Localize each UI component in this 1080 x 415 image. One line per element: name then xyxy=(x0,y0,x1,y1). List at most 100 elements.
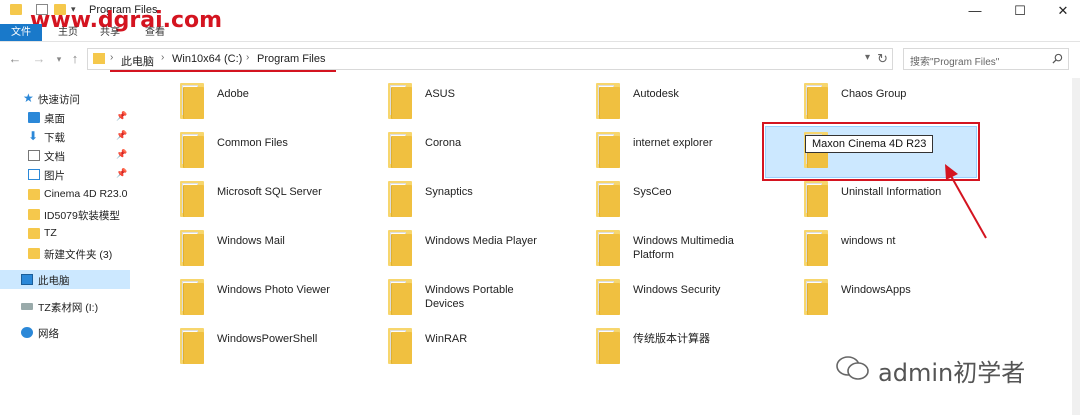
sidebar-item-pictures[interactable]: 图片 📌 xyxy=(0,165,130,184)
navigation-pane: ★ 快速访问 桌面 📌 ⬇ 下载 📌 文档 📌 图片 📌 Cinema 4D R… xyxy=(0,78,130,415)
folder-icon xyxy=(804,181,828,217)
sidebar-item-label: 网络 xyxy=(38,328,59,340)
folder-item[interactable]: Windows Photo Viewer xyxy=(140,274,340,320)
back-icon[interactable]: ← xyxy=(8,51,22,67)
close-button[interactable]: ✕ xyxy=(1048,2,1078,20)
folder-name: Windows Mail xyxy=(217,235,285,247)
folder-item[interactable]: Adobe xyxy=(140,78,340,124)
sidebar-item-label: ID5079软装模型 xyxy=(44,210,120,222)
document-icon xyxy=(28,150,40,161)
sidebar-item-downloads[interactable]: ⬇ 下载 📌 xyxy=(0,127,130,146)
folder-item[interactable]: internet explorer xyxy=(556,127,756,173)
sidebar-item-network[interactable]: 网络 xyxy=(0,323,130,342)
folder-item[interactable]: windows nt xyxy=(764,225,964,271)
sidebar-item-tz[interactable]: TZ xyxy=(0,224,130,243)
breadcrumb-program-files[interactable]: Program Files xyxy=(257,53,325,65)
folder-item[interactable]: Windows Portable Devices xyxy=(348,274,548,320)
folder-item[interactable]: Autodesk xyxy=(556,78,756,124)
sidebar-item-documents[interactable]: 文档 📌 xyxy=(0,146,130,165)
scrollbar[interactable] xyxy=(1072,78,1080,415)
tab-share[interactable]: 共享 xyxy=(92,24,128,41)
brand-label: admin初学者 xyxy=(878,359,1026,387)
navigation-bar: ← → ▾ ↑ › 此电脑 › Win10x64 (C:) › Program … xyxy=(0,45,1080,73)
folder-name: Adobe xyxy=(217,88,249,100)
folder-name: Windows Portable Devices xyxy=(425,284,514,310)
sidebar-item-label: 快速访问 xyxy=(38,94,80,106)
search-input[interactable]: 搜索"Program Files" xyxy=(903,48,1069,70)
folder-item[interactable]: 传统版本计算器 xyxy=(556,323,756,369)
sidebar-item-label: 下载 xyxy=(44,132,65,144)
folder-name: Chaos Group xyxy=(841,88,907,100)
folder-icon xyxy=(180,132,204,168)
breadcrumb-this-pc[interactable]: 此电脑 xyxy=(121,53,154,69)
sidebar-item-label: 新建文件夹 (3) xyxy=(44,249,113,261)
recent-chevron-icon[interactable]: ▾ xyxy=(52,51,66,67)
forward-icon[interactable]: → xyxy=(32,51,46,67)
folder-name: ASUS xyxy=(425,88,455,100)
folder-name: Corona xyxy=(425,137,462,149)
sidebar-item-quick-access[interactable]: ★ 快速访问 xyxy=(0,89,130,108)
chevron-right-icon: › xyxy=(110,52,114,63)
folder-icon xyxy=(180,328,204,364)
folder-item[interactable]: Uninstall Information xyxy=(764,176,964,222)
folder-name: WindowsPowerShell xyxy=(217,333,318,345)
address-bar[interactable]: › 此电脑 › Win10x64 (C:) › Program Files ▾ … xyxy=(87,48,893,70)
folder-icon xyxy=(804,230,828,266)
network-icon xyxy=(21,327,33,338)
sidebar-item-cinema4d[interactable]: Cinema 4D R23.0 xyxy=(0,185,130,204)
folder-item[interactable]: WinRAR xyxy=(348,323,548,369)
chevron-right-icon[interactable]: › xyxy=(161,52,164,63)
sidebar-item-tz-drive[interactable]: TZ素材网 (I:) xyxy=(0,297,130,316)
folder-item[interactable]: Windows Mail xyxy=(140,225,340,271)
tab-home[interactable]: 主页 xyxy=(50,24,86,41)
folder-name: 传统版本计算器 xyxy=(633,333,710,345)
sidebar-item-desktop[interactable]: 桌面 📌 xyxy=(0,108,130,127)
folder-item[interactable]: SysCeo xyxy=(556,176,756,222)
pin-icon: 📌 xyxy=(116,149,128,159)
folder-item[interactable]: Chaos Group xyxy=(764,78,964,124)
folder-icon xyxy=(28,189,40,200)
tab-view[interactable]: 查看 xyxy=(137,24,173,41)
computer-icon xyxy=(21,274,33,285)
sidebar-item-label: 此电脑 xyxy=(38,275,70,287)
chevron-right-icon[interactable]: › xyxy=(246,52,249,63)
folder-icon xyxy=(596,132,620,168)
rename-input[interactable] xyxy=(805,135,933,153)
minimize-button[interactable]: — xyxy=(960,2,990,20)
sidebar-item-new-folder-3[interactable]: 新建文件夹 (3) xyxy=(0,244,130,263)
folder-item[interactable]: Windows Media Player xyxy=(348,225,548,271)
folder-icon xyxy=(804,279,828,315)
folder-item[interactable]: Windows Multimedia Platform xyxy=(556,225,756,271)
folder-item[interactable]: Windows Security xyxy=(556,274,756,320)
sidebar-item-this-pc[interactable]: 此电脑 xyxy=(0,270,130,289)
folder-item[interactable]: Synaptics xyxy=(348,176,548,222)
sidebar-item-label: TZ素材网 (I:) xyxy=(38,302,99,314)
folder-item[interactable]: Common Files xyxy=(140,127,340,173)
maximize-button[interactable]: ☐ xyxy=(1005,2,1035,20)
folder-item[interactable]: ASUS xyxy=(348,78,548,124)
folder-item[interactable]: Corona xyxy=(348,127,548,173)
desktop-icon xyxy=(28,112,40,123)
folder-icon xyxy=(180,83,204,119)
up-icon[interactable]: ↑ xyxy=(68,51,82,67)
folder-icon xyxy=(596,328,620,364)
chevron-down-icon[interactable]: ▾ xyxy=(865,52,870,63)
folder-name: SysCeo xyxy=(633,186,672,198)
breadcrumb-drive[interactable]: Win10x64 (C:) xyxy=(172,53,242,65)
chat-bubble-icon xyxy=(836,356,869,380)
folder-name: Uninstall Information xyxy=(841,186,942,198)
folder-icon xyxy=(388,181,412,217)
drive-icon xyxy=(21,303,33,310)
folder-icon xyxy=(388,132,412,168)
folder-item[interactable]: WindowsPowerShell xyxy=(140,323,340,369)
refresh-icon[interactable]: ↻ xyxy=(877,51,888,67)
folder-item[interactable]: WindowsApps xyxy=(764,274,964,320)
pin-icon: 📌 xyxy=(116,130,128,140)
tab-file[interactable]: 文件 xyxy=(0,24,42,41)
folder-name: WindowsApps xyxy=(841,284,911,296)
picture-icon xyxy=(28,169,40,180)
folder-icon xyxy=(180,181,204,217)
folder-item[interactable]: Microsoft SQL Server xyxy=(140,176,340,222)
sidebar-item-id5079[interactable]: ID5079软装模型 xyxy=(0,205,130,224)
ribbon-tabs: 文件 主页 共享 查看 xyxy=(0,24,1080,42)
